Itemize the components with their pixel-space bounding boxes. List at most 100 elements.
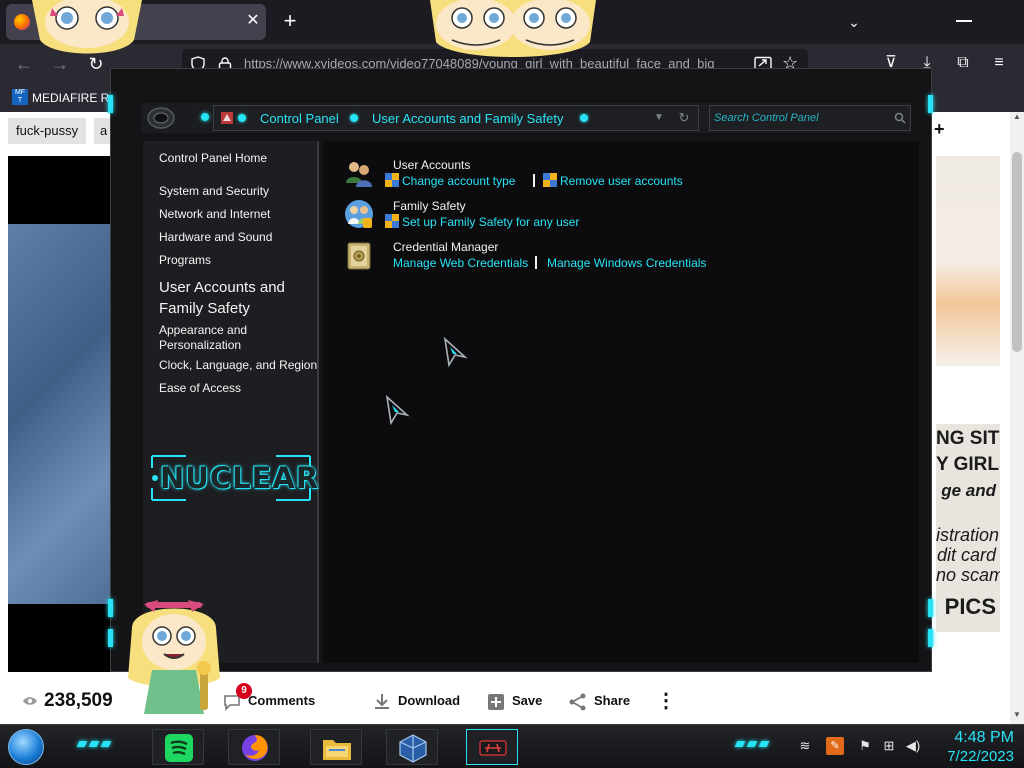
setup-family-safety-label: Set up Family Safety for any user <box>402 215 580 229</box>
chevron-down-icon[interactable]: ▼ <box>654 110 666 126</box>
breadcrumb-separator-icon <box>238 114 246 122</box>
sidebar-item-control-panel-home[interactable]: Control Panel Home <box>159 151 319 166</box>
extensions-icon[interactable]: ⧉ <box>952 52 974 74</box>
show-hidden-icons-icon[interactable]: ≋ <box>796 737 814 755</box>
share-label: Share <box>594 693 631 708</box>
category-family-safety: Family Safety Set up Family Safety for a… <box>343 198 903 234</box>
menu-hamburger-icon[interactable]: ≡ <box>988 52 1010 74</box>
search-input[interactable] <box>714 109 894 127</box>
credential-manager-title[interactable]: Credential Manager <box>393 239 498 255</box>
taskbar-app-firefox[interactable] <box>228 729 280 765</box>
action-center-flag-icon[interactable]: ⚑ <box>856 737 874 755</box>
sidebar-item-ease-of-access[interactable]: Ease of Access <box>159 381 319 396</box>
cartoon-character-sticker <box>32 0 142 54</box>
java-update-icon[interactable]: ✎ <box>826 737 844 755</box>
frame-glow-accent <box>928 599 933 617</box>
sidebar-item-network-internet[interactable]: Network and Internet <box>159 207 319 222</box>
nuclear-theme-logo: NUCLEAR <box>146 450 318 506</box>
mediafire-bookmark-icon: MF T <box>12 89 28 105</box>
ad-image[interactable] <box>936 156 1000 366</box>
control-panel-sidebar: Control Panel Home System and Security N… <box>143 141 319 663</box>
ad-text-line: NG SITE <box>936 428 1000 449</box>
scrollbar-thumb[interactable] <box>1012 152 1022 352</box>
breadcrumb-separator-icon <box>350 114 358 122</box>
download-button[interactable]: Download <box>372 690 460 714</box>
search-icon[interactable] <box>894 112 906 124</box>
uac-shield-icon <box>385 173 399 187</box>
family-safety-title[interactable]: Family Safety <box>393 198 466 214</box>
tag-chip[interactable]: fuck-pussy <box>8 118 87 144</box>
taskbar-app-virtualbox[interactable] <box>386 729 438 765</box>
page-scrollbar[interactable]: ▲ ▼ <box>1010 112 1024 724</box>
ad-banner[interactable]: NG SITE Y GIRLS ge and istration dit car… <box>936 424 1000 632</box>
control-panel-window[interactable]: Control Panel User Accounts and Family S… <box>108 68 933 672</box>
breadcrumb-item-control-panel[interactable]: Control Panel <box>260 110 339 128</box>
sidebar-item-appearance[interactable]: Appearance and Personalization <box>159 323 299 353</box>
taskbar-glow-accent <box>758 741 770 747</box>
clock-date[interactable]: 7/22/2023 <box>930 748 1014 766</box>
category-user-accounts: User Accounts Change account type Remove… <box>343 157 903 193</box>
volume-icon[interactable]: ◀) <box>904 737 922 755</box>
link-separator <box>535 256 537 269</box>
frame-glow-accent <box>108 629 113 647</box>
new-tab-button[interactable]: + <box>278 10 302 34</box>
control-panel-address-bar: Control Panel User Accounts and Family S… <box>141 103 911 133</box>
taskbar: ≋ ✎ ⚑ ⊞ ◀) 4:48 PM 7/22/2023 <box>0 724 1024 768</box>
change-account-type-link[interactable]: Change account type <box>385 173 515 189</box>
sidebar-item-programs[interactable]: Programs <box>159 253 319 268</box>
plus-icon[interactable]: + <box>934 120 946 138</box>
frame-glow-accent <box>108 599 113 617</box>
change-account-type-label: Change account type <box>402 174 516 188</box>
frame-glow-accent <box>928 629 933 647</box>
cartoon-character-sticker <box>430 0 596 57</box>
scroll-down-arrow-icon[interactable]: ▼ <box>1012 710 1022 722</box>
file-explorer-icon <box>323 740 351 760</box>
ad-text-line: istration <box>936 525 1000 545</box>
media-app-icon <box>479 740 507 756</box>
user-accounts-icon[interactable] <box>343 157 375 189</box>
sidebar-item-hardware-sound[interactable]: Hardware and Sound <box>159 230 319 245</box>
taskbar-app-file-explorer[interactable] <box>310 729 362 765</box>
navigation-orb-icon[interactable] <box>147 105 175 131</box>
taskbar-app-spotify[interactable] <box>152 729 204 765</box>
taskbar-glow-accent <box>734 741 746 747</box>
nav-indicator-dot <box>201 113 209 121</box>
taskbar-glow-accent <box>746 741 758 747</box>
firefox-icon <box>242 735 268 761</box>
save-button[interactable]: Save <box>486 690 542 714</box>
sidebar-item-system-security[interactable]: System and Security <box>159 184 319 199</box>
sidebar-item-user-accounts-active[interactable]: User Accounts and Family Safety <box>159 277 309 319</box>
more-options-button[interactable]: ⋮ <box>656 690 676 712</box>
setup-family-safety-link[interactable]: Set up Family Safety for any user <box>385 214 579 230</box>
taskbar-glow-accent <box>88 741 100 747</box>
list-all-tabs-chevron-icon[interactable]: ⌄ <box>842 12 866 32</box>
control-panel-search[interactable] <box>709 105 911 131</box>
minimize-window-button[interactable] <box>956 20 972 22</box>
cursor-pointer-icon <box>385 395 410 425</box>
remove-user-accounts-link[interactable]: Remove user accounts <box>543 173 683 189</box>
share-button[interactable]: Share <box>568 690 630 714</box>
sidebar-item-clock-language[interactable]: Clock, Language, and Region <box>159 358 319 373</box>
clock-time[interactable]: 4:48 PM <box>930 728 1014 748</box>
ad-text-line: dit card <box>936 545 996 565</box>
uac-shield-icon <box>385 214 399 228</box>
manage-windows-credentials-link[interactable]: Manage Windows Credentials <box>547 255 706 271</box>
close-icon[interactable]: ✕ <box>244 12 262 30</box>
save-label: Save <box>512 693 543 708</box>
remove-user-accounts-label: Remove user accounts <box>560 174 683 188</box>
taskbar-glow-accent <box>76 741 88 747</box>
family-safety-icon[interactable] <box>343 198 375 230</box>
frame-glow-accent <box>108 95 113 113</box>
network-icon[interactable]: ⊞ <box>880 737 898 755</box>
taskbar-app-media[interactable] <box>466 729 518 765</box>
manage-web-credentials-link[interactable]: Manage Web Credentials <box>393 255 528 271</box>
start-button[interactable] <box>8 729 44 765</box>
breadcrumb[interactable]: Control Panel User Accounts and Family S… <box>213 105 699 131</box>
ad-text-line: PICS <box>944 594 996 619</box>
refresh-icon[interactable]: ↻ <box>676 109 692 127</box>
breadcrumb-item-user-accounts[interactable]: User Accounts and Family Safety <box>372 110 563 128</box>
eye-icon <box>23 697 37 705</box>
user-accounts-title[interactable]: User Accounts <box>393 157 470 173</box>
scroll-up-arrow-icon[interactable]: ▲ <box>1012 112 1022 124</box>
credential-manager-icon[interactable] <box>343 239 375 271</box>
